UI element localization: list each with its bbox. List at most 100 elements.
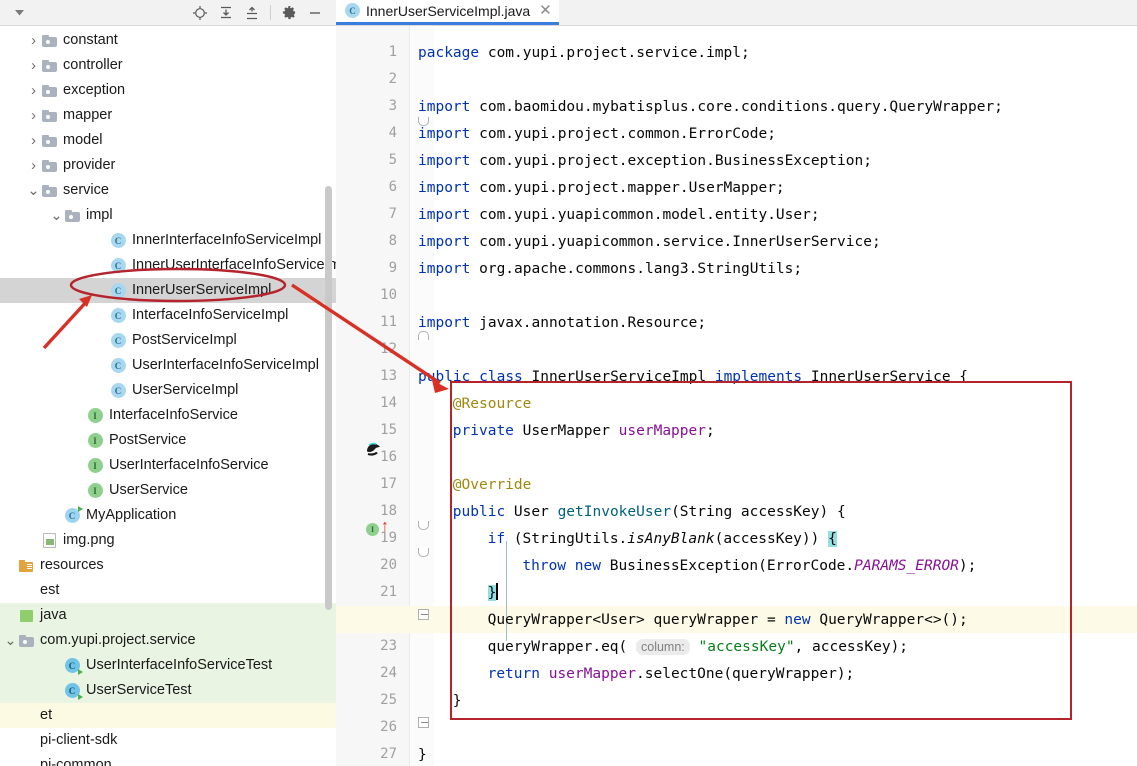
tree-twisty[interactable]: ⌄ — [50, 208, 63, 224]
hide-window-icon[interactable] — [302, 2, 328, 24]
fold-marker-line19[interactable] — [418, 548, 429, 559]
spring-bean-gutter-icon[interactable] — [364, 440, 384, 458]
tree-twisty[interactable]: › — [27, 108, 40, 124]
tree-item-model[interactable]: › model — [0, 128, 336, 153]
code-line-1[interactable]: package com.yupi.project.service.impl; — [418, 40, 750, 67]
implements-interface-gutter-icon[interactable]: I — [366, 523, 379, 536]
tree-item-mapper[interactable]: › mapper — [0, 103, 336, 128]
java-class-icon: C — [109, 382, 127, 400]
code-line-7[interactable]: import com.yupi.yuapicommon.model.entity… — [418, 202, 820, 229]
tree-item-myapplication[interactable]: C MyApplication — [0, 503, 336, 528]
tree-twisty-placeholder — [4, 559, 17, 572]
tree-item-img-png[interactable]: img.png — [0, 528, 336, 553]
tree-item-provider[interactable]: › provider — [0, 153, 336, 178]
code-line-23[interactable]: queryWrapper.eq( column: "accessKey", ac… — [488, 634, 908, 661]
test-class-icon: C — [63, 682, 83, 700]
collapse-toolwindow-caret-icon[interactable] — [10, 2, 28, 24]
code-line-8[interactable]: import com.yupi.yuapicommon.service.Inne… — [418, 229, 881, 256]
tree-item-postservice[interactable]: I PostService — [0, 428, 336, 453]
code-line-13[interactable]: public class InnerUserServiceImpl implem… — [418, 364, 968, 391]
code-line-3[interactable]: import com.baomidou.mybatisplus.core.con… — [418, 94, 1003, 121]
code-line-21[interactable]: } — [487, 580, 498, 607]
code-line-27[interactable]: } — [418, 742, 427, 766]
locate-icon[interactable] — [187, 2, 213, 24]
code-line-4[interactable]: import com.yupi.project.common.ErrorCode… — [418, 121, 776, 148]
tree-item-userinterfaceinfoservicetest[interactable]: C UserInterfaceInfoServiceTest — [0, 653, 336, 678]
tree-item-label: InnerUserInterfaceInfoServiceImpl — [132, 257, 336, 274]
tree-item-controller[interactable]: › controller — [0, 53, 336, 78]
settings-gear-icon[interactable] — [276, 2, 302, 24]
tree-item-exception[interactable]: › exception — [0, 78, 336, 103]
tree-item-java[interactable]: java — [0, 603, 336, 628]
project-tree[interactable]: › constant › controller › exception › mapper › mo… — [0, 26, 336, 766]
tree-item-pi-client-sdk[interactable]: pi-client-sdk — [0, 728, 336, 753]
tree-item-pi-common[interactable]: pi-common — [0, 753, 336, 766]
code-line-18[interactable]: public User getInvokeUser(String accessK… — [453, 499, 846, 526]
tree-item-inneruserserviceimpl[interactable]: C InnerUserServiceImpl — [0, 278, 336, 303]
code-line-14[interactable]: @Resource — [453, 391, 532, 418]
tree-item-impl[interactable]: ⌄ impl — [0, 203, 336, 228]
fold-marker-line18[interactable] — [418, 521, 429, 532]
editor-tabbar: C InnerUserServiceImpl.java ✕ — [336, 0, 1137, 26]
tree-twisty[interactable]: ⌄ — [27, 183, 40, 199]
tree-item-label: constant — [63, 32, 118, 49]
code-line-11[interactable]: import javax.annotation.Resource; — [418, 310, 706, 337]
code-line-6[interactable]: import com.yupi.project.mapper.UserMappe… — [418, 175, 785, 202]
tree-item-et[interactable]: et — [0, 703, 336, 728]
sidebar-scrollbar[interactable] — [325, 186, 332, 610]
tree-item-est[interactable]: est — [0, 578, 336, 603]
tree-item-userservicetest[interactable]: C UserServiceTest — [0, 678, 336, 703]
tree-twisty[interactable]: ⌄ — [4, 633, 17, 649]
tree-twisty[interactable]: › — [27, 58, 40, 74]
code-line-17[interactable]: @Override — [453, 472, 532, 499]
close-tab-icon[interactable]: ✕ — [539, 3, 552, 18]
code-line-20[interactable]: throw new BusinessException(ErrorCode.PA… — [522, 553, 976, 580]
code-editor[interactable]: 1234567891011121314151617181920212223242… — [336, 26, 1137, 766]
line-number: 17 — [380, 476, 397, 492]
line-number: 12 — [380, 341, 397, 357]
tree-item-com-yupi-project-service[interactable]: ⌄ com.yupi.project.service — [0, 628, 336, 653]
blank-icon — [17, 582, 35, 600]
tree-item-interfaceinfoservice[interactable]: I InterfaceInfoService — [0, 403, 336, 428]
tree-item-inneruserinterfaceinfoserviceimpl[interactable]: C InnerUserInterfaceInfoServiceImpl — [0, 253, 336, 278]
tree-item-service[interactable]: ⌄ service — [0, 178, 336, 203]
parameter-hint: column: — [636, 639, 690, 655]
override-arrow-gutter-icon[interactable]: ↑ — [381, 519, 389, 535]
tree-item-innerinterfaceinfoserviceimpl[interactable]: C InnerInterfaceInfoServiceImpl — [0, 228, 336, 253]
tree-item-resources[interactable]: resources — [0, 553, 336, 578]
collapse-all-icon[interactable] — [239, 2, 265, 24]
folder-icon — [40, 157, 58, 175]
tree-twisty[interactable]: › — [27, 33, 40, 49]
tree-twisty-placeholder — [4, 584, 17, 597]
tree-twisty-placeholder — [96, 384, 109, 397]
tree-item-constant[interactable]: › constant — [0, 28, 336, 53]
code-line-24[interactable]: return userMapper.selectOne(queryWrapper… — [488, 661, 855, 688]
line-number: 24 — [380, 665, 397, 681]
matching-brace-highlight: } — [487, 585, 497, 601]
tree-twisty[interactable]: › — [27, 158, 40, 174]
line-number: 1 — [388, 44, 397, 60]
tree-item-postserviceimpl[interactable]: C PostServiceImpl — [0, 328, 336, 353]
code-line-9[interactable]: import org.apache.commons.lang3.StringUt… — [418, 256, 802, 283]
tree-item-label: img.png — [63, 532, 115, 549]
code-line-5[interactable]: import com.yupi.project.exception.Busine… — [418, 148, 872, 175]
java-interface-icon: I — [86, 457, 104, 475]
fold-marker-line25[interactable] — [418, 717, 429, 728]
editor-tab-inneruserserviceimpl[interactable]: C InnerUserServiceImpl.java ✕ — [336, 0, 559, 25]
tree-item-userservice[interactable]: I UserService — [0, 478, 336, 503]
tree-item-userinterfaceinfoservice[interactable]: I UserInterfaceInfoService — [0, 453, 336, 478]
tree-twisty[interactable]: › — [27, 83, 40, 99]
expand-all-icon[interactable] — [213, 2, 239, 24]
tree-item-userserviceimpl[interactable]: C UserServiceImpl — [0, 378, 336, 403]
code-line-19[interactable]: if (StringUtils.isAnyBlank(accessKey)) { — [488, 526, 837, 553]
tree-item-interfaceinfoserviceimpl[interactable]: C InterfaceInfoServiceImpl — [0, 303, 336, 328]
tree-twisty[interactable]: › — [27, 133, 40, 149]
tree-item-userinterfaceinfoserviceimpl[interactable]: C UserInterfaceInfoServiceImpl — [0, 353, 336, 378]
code-line-22[interactable]: QueryWrapper<User> queryWrapper = new Qu… — [488, 607, 968, 634]
blank-icon — [17, 757, 35, 766]
java-interface-icon: I — [86, 432, 104, 450]
code-line-15[interactable]: private UserMapper userMapper; — [453, 418, 715, 445]
code-line-25[interactable]: } — [453, 688, 462, 715]
fold-marker-line21[interactable] — [418, 609, 429, 620]
editor-gutter[interactable]: 1234567891011121314151617181920212223242… — [336, 26, 410, 766]
